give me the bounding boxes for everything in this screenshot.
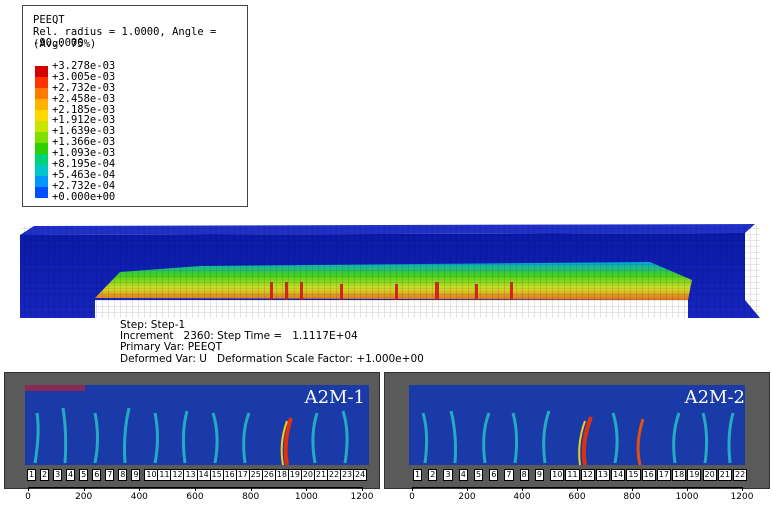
crack-marker: 5 xyxy=(473,469,484,481)
specimen-photo-a2m-1: A2M-1 1 2 3 4 5 6 7 8 9 10 11 12 13 14 15 16 17 25 26 18 19 2… xyxy=(4,372,380,489)
crack-marker: 2 xyxy=(40,469,50,481)
crack-marker: 18 xyxy=(274,469,289,481)
crack-marker: 1 xyxy=(27,469,37,481)
crack-marker: 10 xyxy=(550,469,565,481)
crack-marker: 13 xyxy=(183,469,198,481)
crack-marker: 7 xyxy=(105,469,115,481)
axis-tick xyxy=(577,487,578,491)
axis-tick xyxy=(412,487,413,491)
crack-marker: 17 xyxy=(656,469,671,481)
axis-tick-label: 200 xyxy=(458,492,476,502)
crack-marker: 11 xyxy=(565,469,580,481)
axis-tick-label: 0 xyxy=(25,492,31,502)
position-axis-1: 0 200 400 600 800 1000 1200 xyxy=(25,487,373,505)
crack-marker: 20 xyxy=(300,469,316,481)
axis-tick xyxy=(362,487,363,491)
crack-marker: 20 xyxy=(702,469,717,481)
crack-markers: 1 2 3 4 5 6 7 8 9 10 11 12 13 14 15 16 17 25 26 18 19 20 21 22 2… xyxy=(27,469,368,481)
axis-tick-label: 800 xyxy=(242,492,260,502)
axis-tick-label: 1200 xyxy=(350,492,374,502)
axis-tick xyxy=(467,487,468,491)
crack-marker: 23 xyxy=(339,469,355,481)
crack-marker: 1 xyxy=(413,469,423,481)
crack-marker: 4 xyxy=(66,469,76,481)
crack-marker: 3 xyxy=(53,469,63,481)
axis-tick-label: 400 xyxy=(513,492,531,502)
crack-marker: 19 xyxy=(687,469,702,481)
crack-marker: 22 xyxy=(733,469,748,481)
crack-marker: 2 xyxy=(428,469,438,481)
crack-markers: 1 2 3 4 5 6 7 8 9 10 11 12 13 14 15 16 17 18 19 20 21 22 xyxy=(413,469,748,481)
axis-tick xyxy=(83,487,85,491)
crack-marker: 14 xyxy=(611,469,626,481)
axis-tick-label: 400 xyxy=(130,492,148,502)
photo-label: A2M-1 xyxy=(304,387,365,408)
crack-marker: 9 xyxy=(534,469,544,481)
crack-marker: 15 xyxy=(209,469,224,481)
axis-tick-label: 800 xyxy=(623,492,641,502)
photo-label: A2M-2 xyxy=(684,387,745,408)
axis-tick xyxy=(632,487,633,491)
step-info: Step: Step-1 Increment 2360: Step Time =… xyxy=(120,319,424,365)
crack-marker: 6 xyxy=(489,469,499,481)
crack-marker: 5 xyxy=(79,469,89,481)
axis-tick-label: 1000 xyxy=(675,492,699,502)
crack-marker: 17 xyxy=(235,469,250,481)
crack-marker: 13 xyxy=(595,469,611,481)
crack-marker: 18 xyxy=(672,469,687,481)
specimen-photo-a2m-2: A2M-2 1 2 3 4 5 6 7 8 9 10 11 12 13 14 15 16 17 18 19 20 21 2… xyxy=(384,372,770,489)
axis-tick-label: 0 xyxy=(409,492,415,502)
axis-tick-label: 1000 xyxy=(294,492,318,502)
primary-var-line: Primary Var: PEEQT xyxy=(120,341,223,354)
crack-marker: 8 xyxy=(519,469,529,481)
crack-marker: 4 xyxy=(458,469,468,481)
crack-marker: 11 xyxy=(157,469,172,481)
axis-tick-label: 200 xyxy=(75,492,93,502)
crack-marker: 22 xyxy=(326,469,342,481)
axis-tick xyxy=(522,487,523,491)
crack-marker: 16 xyxy=(641,469,656,481)
crack-marker: 12 xyxy=(580,469,595,481)
axis-tick xyxy=(195,487,196,491)
crack-marker: 9 xyxy=(131,469,141,481)
crack-marker: 6 xyxy=(92,469,102,481)
axis-tick xyxy=(687,487,688,491)
axis-tick xyxy=(742,487,743,491)
axis-tick-label: 600 xyxy=(186,492,204,502)
crack-marker: 15 xyxy=(626,469,641,481)
crack-marker: 7 xyxy=(504,469,514,481)
axis-tick-label: 1200 xyxy=(730,492,754,502)
crack-marker: 21 xyxy=(717,469,732,481)
deformed-var-line: Deformed Var: U Deformation Scale Factor… xyxy=(120,352,424,365)
axis-tick xyxy=(250,487,252,491)
crack-marker: 8 xyxy=(118,469,128,481)
crack-marker: 3 xyxy=(443,469,453,481)
axis-tick xyxy=(139,487,141,491)
beam-body xyxy=(20,224,760,318)
axis-tick xyxy=(306,487,308,491)
position-axis-2: 0 200 400 600 800 1000 1200 xyxy=(409,487,753,505)
axis-tick xyxy=(28,487,29,491)
axis-tick-label: 600 xyxy=(568,492,586,502)
crack-marker: 24 xyxy=(353,469,368,481)
crack-marker: 25 xyxy=(248,469,263,481)
